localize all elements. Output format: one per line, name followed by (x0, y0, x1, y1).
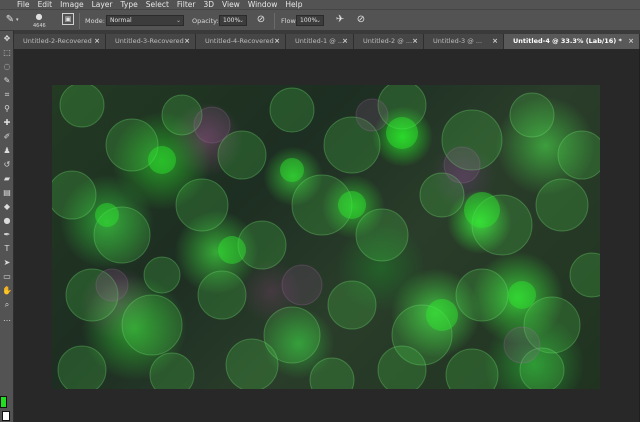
mode-select[interactable]: Normal ⌄ (106, 15, 184, 26)
tab-untitled-2[interactable]: Untitled-2 @ ... × (354, 34, 424, 49)
blur-icon[interactable]: ◆ (1, 201, 13, 213)
close-icon[interactable]: × (628, 34, 634, 48)
document-workspace (15, 49, 640, 422)
separator (274, 13, 275, 29)
healing-icon[interactable]: ✚ (1, 117, 13, 129)
zoom-icon[interactable]: ⌕ (1, 299, 13, 311)
pen-icon[interactable]: ✒ (1, 229, 13, 241)
brush-panel-icon[interactable]: ▣ (62, 13, 74, 25)
tab-label: Untitled-2 @ ... (363, 37, 413, 45)
move-icon[interactable]: ✥ (1, 33, 13, 45)
close-icon[interactable]: × (274, 34, 280, 48)
menu-edit[interactable]: Edit (38, 0, 53, 9)
menu-layer[interactable]: Layer (92, 0, 113, 9)
eraser-icon[interactable]: ▰ (1, 173, 13, 185)
path-select-icon[interactable]: ➤ (1, 257, 13, 269)
separator (79, 13, 80, 29)
bokeh-artwork (52, 85, 600, 389)
tools-panel: ✥ ⬚ ◌ ✎ ⌗ ⚲ ✚ ✐ ♟ ↺ ▰ ▤ ◆ ● ✒ T ➤ ▭ ✋ ⌕ … (0, 31, 14, 422)
tab-label: Untitled-3-Recovered (115, 37, 184, 45)
more-icon[interactable]: … (1, 313, 13, 325)
tab-label: Untitled-1 @ ... (295, 37, 345, 45)
tab-untitled-1[interactable]: Untitled-1 @ ... × (286, 34, 354, 49)
menu-help[interactable]: Help (285, 0, 302, 9)
tab-label: Untitled-2-Recovered (23, 37, 92, 45)
chevron-down-icon: ⌄ (315, 17, 321, 24)
menu-type[interactable]: Type (121, 0, 138, 9)
flow-field[interactable]: 100% ⌄ (296, 15, 324, 26)
chevron-down-icon[interactable]: ▾ (16, 17, 19, 23)
airbrush-icon[interactable]: ✈ (333, 14, 347, 26)
tab-untitled-4-recovered[interactable]: Untitled-4-Recovered × (196, 34, 286, 49)
menu-select[interactable]: Select (146, 0, 169, 9)
tab-label: Untitled-3 @ ... (433, 37, 483, 45)
close-icon[interactable]: × (492, 34, 498, 48)
flow-value: 100% (300, 17, 318, 24)
history-brush-icon[interactable]: ↺ (1, 159, 13, 171)
pressure-size-icon[interactable]: ⊘ (355, 14, 367, 26)
menu-window[interactable]: Window (248, 0, 278, 9)
tab-untitled-2-recovered[interactable]: Untitled-2-Recovered × (14, 34, 106, 49)
close-icon[interactable]: × (412, 34, 418, 48)
opacity-field[interactable]: 100% ⌄ (219, 15, 247, 26)
menu-file[interactable]: File (17, 0, 30, 9)
marquee-icon[interactable]: ⬚ (1, 47, 13, 59)
menu-view[interactable]: View (222, 0, 240, 9)
type-icon[interactable]: T (1, 243, 13, 255)
brush-icon[interactable]: ✐ (1, 131, 13, 143)
pressure-opacity-icon[interactable]: ⊘ (255, 14, 267, 26)
mode-label: Mode: (85, 17, 105, 25)
menu-filter[interactable]: Filter (177, 0, 196, 9)
foreground-color-swatch[interactable] (0, 396, 7, 408)
brush-size-value: 4646 (33, 23, 46, 29)
opacity-label: Opacity: (192, 17, 219, 25)
document-canvas[interactable] (52, 85, 600, 389)
stamp-icon[interactable]: ♟ (1, 145, 13, 157)
close-icon[interactable]: × (342, 34, 348, 48)
gradient-icon[interactable]: ▤ (1, 187, 13, 199)
eyedropper-icon[interactable]: ⚲ (1, 103, 13, 115)
crop-icon[interactable]: ⌗ (1, 89, 13, 101)
brush-tip-icon[interactable]: ● (33, 11, 45, 23)
document-tab-bar: Untitled-2-Recovered × Untitled-3-Recove… (14, 31, 640, 49)
menu-3d[interactable]: 3D (203, 0, 214, 9)
hand-icon[interactable]: ✋ (1, 285, 13, 297)
chevron-down-icon: ⌄ (175, 17, 181, 24)
tab-label: Untitled-4-Recovered (205, 37, 274, 45)
tab-untitled-4-active[interactable]: Untitled-4 @ 33.3% (Lab/16) * × (504, 34, 640, 49)
chevron-down-icon: ⌄ (238, 17, 244, 24)
shape-icon[interactable]: ▭ (1, 271, 13, 283)
dodge-icon[interactable]: ● (1, 215, 13, 227)
close-icon[interactable]: × (184, 34, 190, 48)
tab-label: Untitled-4 @ 33.3% (Lab/16) * (513, 37, 622, 45)
menu-bar: File Edit Image Layer Type Select Filter… (0, 0, 640, 9)
background-color-swatch[interactable] (2, 411, 10, 421)
mode-value: Normal (110, 17, 132, 24)
menu-image[interactable]: Image (60, 0, 84, 9)
close-icon[interactable]: × (94, 34, 100, 48)
lasso-icon[interactable]: ◌ (1, 61, 13, 73)
quick-select-icon[interactable]: ✎ (1, 75, 13, 87)
brush-preset-icon[interactable]: ✎ (3, 14, 17, 26)
tab-untitled-3-recovered[interactable]: Untitled-3-Recovered × (106, 34, 196, 49)
opacity-value: 100% (223, 17, 241, 24)
tab-untitled-3[interactable]: Untitled-3 @ ... × (424, 34, 504, 49)
options-bar: ✎ ▾ ● 4646 ▣ Mode: Normal ⌄ Opacity: 100… (0, 9, 640, 31)
